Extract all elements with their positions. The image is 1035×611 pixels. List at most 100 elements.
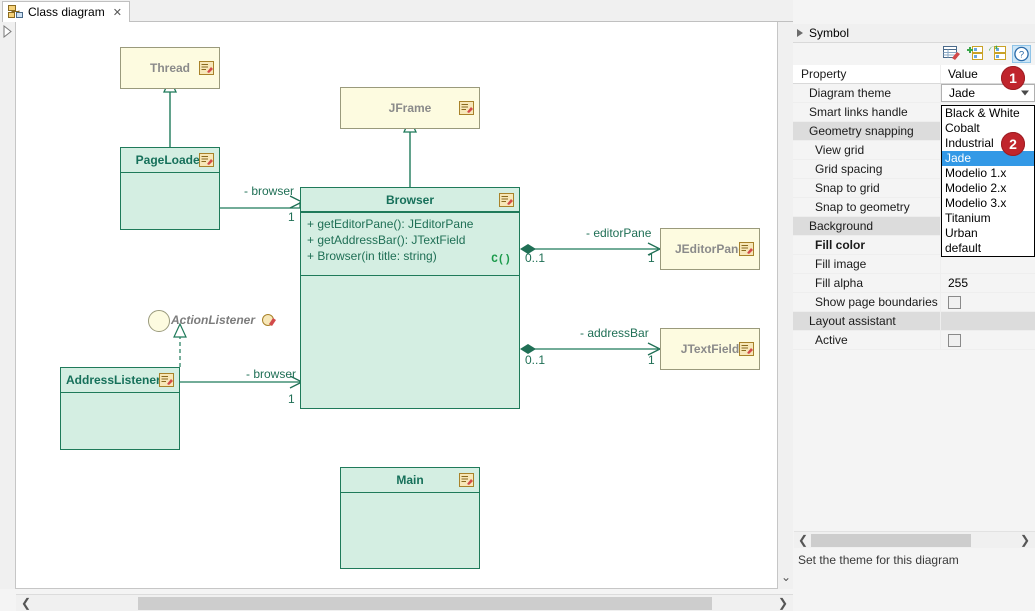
editor-tab-bar: Class diagram ✕ [0,0,793,22]
link-multiplicity: 1 [288,210,295,224]
combo-value: Jade [949,86,975,100]
property-value[interactable] [941,331,1035,349]
property-label: Smart links handle [793,103,941,121]
property-row-active[interactable]: Active [793,331,1035,350]
property-row-diagram-theme[interactable]: Diagram theme Jade [793,84,1035,103]
edit-properties-icon[interactable] [943,45,962,63]
property-label: Fill color [793,236,941,254]
category-label: Geometry snapping [793,122,941,140]
property-label: Fill image [793,255,941,273]
tab-class-diagram[interactable]: Class diagram ✕ [2,1,130,22]
svg-text:?: ? [1019,50,1024,61]
property-category-layout-assistant[interactable]: Layout assistant [793,312,1035,331]
scroll-left-icon[interactable]: ❮ [21,596,31,610]
class-stereotype-icon [159,373,174,387]
property-row-fill-image[interactable]: Fill image [793,255,1035,274]
editor-right-gutter: ⌄ [778,22,793,589]
class-name: Main [396,473,423,487]
class-stereotype-icon [199,61,214,75]
show-page-boundaries-checkbox[interactable] [948,296,961,309]
tab-label: Class diagram [28,5,105,19]
class-name: JFrame [389,101,432,115]
scroll-right-icon[interactable]: ❯ [778,596,788,610]
scroll-left-icon[interactable]: ❮ [798,533,808,547]
application-window: Class diagram ✕ [0,0,1035,611]
expand-palette-icon[interactable] [2,25,13,41]
property-grid-header: Property Value [793,65,1035,84]
add-property-icon[interactable] [966,45,985,63]
scrollbar-thumb[interactable] [811,534,971,547]
scroll-down-icon[interactable]: ⌄ [781,570,791,584]
category-label: Background [793,217,941,235]
class-node-thread[interactable]: Thread [120,47,220,89]
dropdown-option[interactable]: Modelio 2.x [942,181,1034,196]
diagram-canvas[interactable]: Thread JFrame PageLoader [16,22,778,589]
layout-assistant-active-checkbox[interactable] [948,334,961,347]
property-value[interactable] [941,255,1035,273]
class-operations: + getEditorPane(): JEditorPane + getAddr… [301,213,519,264]
diagram-theme-dropdown-list[interactable]: Black & White Cobalt Industrial Jade Mod… [941,105,1035,257]
class-header: Thread [121,48,219,88]
link-label: - browser [244,184,294,198]
operation-row: + getAddressBar(): JTextField [307,232,519,248]
category-label: Layout assistant [793,312,941,330]
chevron-down-icon[interactable] [1021,91,1029,96]
panel-horizontal-scrollbar[interactable]: ❮ ❯ [794,531,1035,548]
help-icon[interactable]: ? [1012,45,1031,63]
diagram-surface[interactable]: Thread JFrame PageLoader [16,22,778,589]
class-name: JTextField [681,342,739,356]
class-name: PageLoader [136,153,205,167]
constructor-marker: C() [491,254,511,266]
class-name: JEditorPane [675,242,745,256]
dropdown-option[interactable]: default [942,241,1034,256]
property-label: Active [793,331,941,349]
class-node-jframe[interactable]: JFrame [340,87,480,129]
class-header: AddressListener [61,368,179,393]
interface-name: ActionListener [171,313,255,327]
class-compartment-divider [300,275,520,276]
link-multiplicity: 1 [648,251,655,265]
class-node-main[interactable]: Main [340,467,480,569]
operation-row: + getEditorPane(): JEditorPane [307,216,519,232]
class-stereotype-icon [499,193,514,207]
property-label: Diagram theme [793,84,941,102]
category-value [941,312,1035,330]
class-diagram-icon [8,5,23,19]
property-row-fill-alpha[interactable]: Fill alpha 255 [793,274,1035,293]
class-name: AddressListener [66,373,161,387]
property-value[interactable] [941,293,1035,311]
class-stereotype-icon [459,473,474,487]
link-multiplicity: 0..1 [525,353,545,367]
expand-panel-icon[interactable] [797,29,803,37]
property-label: Snap to geometry [793,198,941,216]
scrollbar-thumb[interactable] [138,597,712,610]
dropdown-option[interactable]: Modelio 1.x [942,166,1034,181]
panel-toolbar: ? [793,43,1035,65]
scroll-right-icon[interactable]: ❯ [1020,533,1030,547]
class-node-browser[interactable]: Browser + getEditorPane(): JEditorPane +… [300,187,520,409]
dropdown-option[interactable]: Urban [942,226,1034,241]
link-multiplicity: 0..1 [525,251,545,265]
close-icon[interactable]: ✕ [113,6,122,19]
class-node-jeditorpane[interactable]: JEditorPane [660,228,760,270]
link-multiplicity: 1 [288,392,295,406]
operation-row: + Browser(in title: string) [307,248,519,264]
dropdown-option[interactable]: Modelio 3.x [942,196,1034,211]
interface-stereotype-icon [262,313,277,330]
class-node-pageloader[interactable]: PageLoader [120,147,220,230]
refresh-properties-icon[interactable] [989,45,1008,63]
dropdown-option[interactable]: Titanium [942,211,1034,226]
property-label: Snap to grid [793,179,941,197]
class-body: + getEditorPane(): JEditorPane + getAddr… [301,213,519,264]
palette-strip [0,22,16,589]
property-row-show-page-boundaries[interactable]: Show page boundaries [793,293,1035,312]
link-label: - browser [246,367,296,381]
class-node-jtextfield[interactable]: JTextField [660,328,760,370]
property-value[interactable]: 255 [941,274,1035,292]
property-label: Show page boundaries [793,293,941,311]
canvas-horizontal-scrollbar[interactable]: ❮ ❯ [16,594,793,611]
class-stereotype-icon [739,242,754,256]
class-node-addresslistener[interactable]: AddressListener [60,367,180,450]
panel-title: Symbol [809,26,849,40]
dropdown-option[interactable]: Black & White [942,106,1034,121]
